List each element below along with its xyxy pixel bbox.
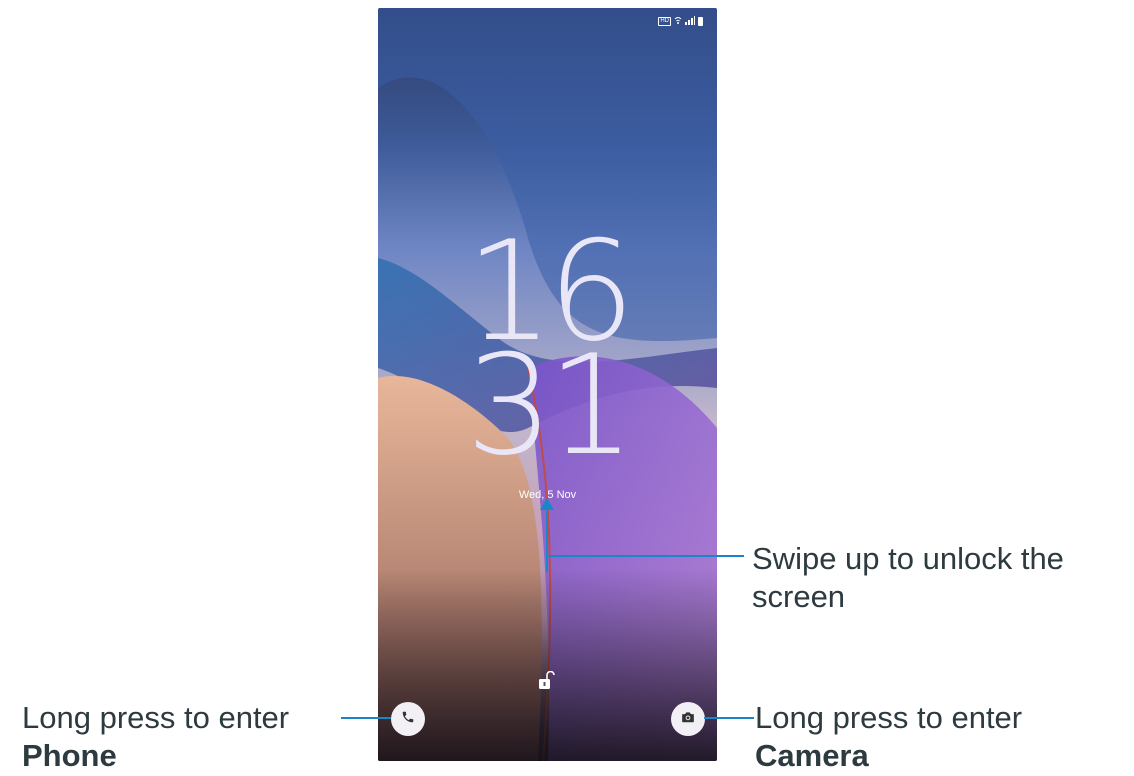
phone-shortcut-button[interactable]	[391, 702, 425, 736]
phone-callout: Long press to enter Phone	[22, 699, 289, 775]
clock-minutes: 31	[465, 325, 636, 486]
camera-callout-line1: Long press to enter	[755, 700, 1023, 735]
camera-callout-line2: Camera	[755, 738, 869, 773]
phone-callout-line1: Long press to enter	[22, 700, 290, 735]
unlock-callout-line1: Swipe up to unlock the	[752, 541, 1064, 576]
phone-icon	[401, 710, 415, 729]
battery-icon	[698, 17, 703, 26]
phone-callout-line	[341, 717, 391, 719]
status-bar: HD	[658, 16, 703, 27]
unlock-callout-line	[548, 555, 744, 557]
signal-icon	[685, 16, 695, 27]
camera-callout-line	[704, 717, 754, 719]
swipe-up-arrow-line	[546, 506, 548, 572]
phone-callout-line2: Phone	[22, 738, 117, 773]
hd-icon: HD	[658, 17, 671, 26]
lock-screen[interactable]: HD 16 31 Wed, 5 Nov	[378, 8, 717, 761]
camera-icon	[681, 710, 695, 728]
unlock-icon	[538, 670, 556, 691]
camera-shortcut-button[interactable]	[671, 702, 705, 736]
swipe-up-arrow-head	[540, 498, 554, 510]
camera-callout: Long press to enter Camera	[755, 699, 1022, 775]
wifi-icon	[674, 16, 682, 27]
unlock-callout: Swipe up to unlock the screen	[752, 540, 1064, 616]
unlock-callout-line2: screen	[752, 579, 846, 614]
